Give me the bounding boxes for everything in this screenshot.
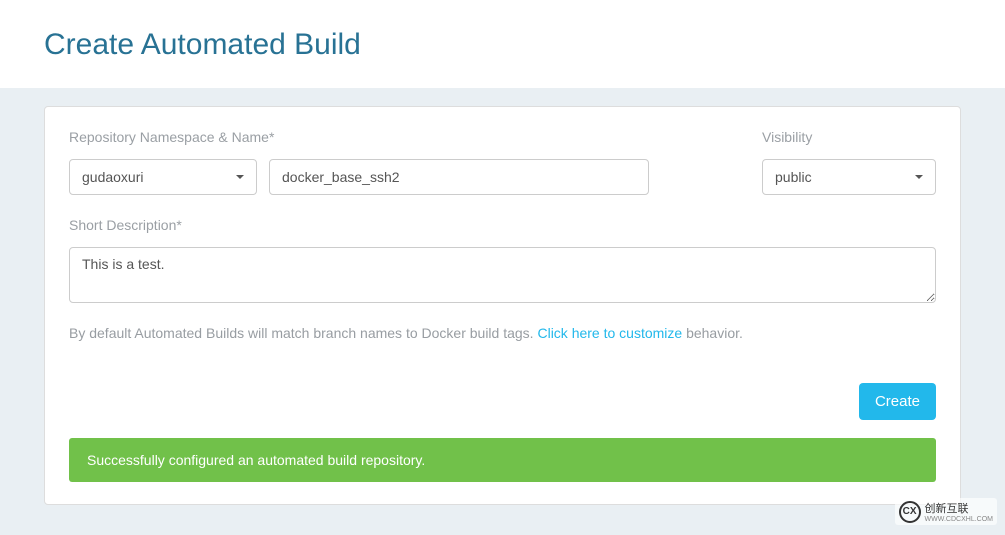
repo-name-input[interactable] [269, 159, 649, 195]
namespace-label: Repository Namespace & Name* [69, 129, 649, 145]
success-alert: Successfully configured an automated bui… [69, 438, 936, 482]
namespace-name-fields: gudaoxuri [69, 159, 649, 195]
watermark-logo-icon: CX [899, 501, 921, 523]
info-suffix: behavior. [682, 325, 743, 341]
page-header: Create Automated Build [0, 0, 1005, 88]
watermark-text-wrap: 创新互联 WWW.CDCXHL.COM [925, 500, 993, 523]
customize-link[interactable]: Click here to customize [537, 325, 682, 341]
watermark: CX 创新互联 WWW.CDCXHL.COM [895, 498, 997, 525]
info-text: By default Automated Builds will match b… [69, 325, 936, 341]
name-visibility-row: Repository Namespace & Name* gudaoxuri V… [69, 129, 936, 195]
namespace-name-group: Repository Namespace & Name* gudaoxuri [69, 129, 649, 195]
button-row: Create [69, 383, 936, 420]
visibility-dropdown[interactable]: public [762, 159, 936, 195]
content-area: Repository Namespace & Name* gudaoxuri V… [0, 88, 1005, 535]
watermark-sub: WWW.CDCXHL.COM [925, 516, 993, 523]
visibility-dropdown-value: public [775, 169, 812, 185]
namespace-dropdown[interactable]: gudaoxuri [69, 159, 257, 195]
description-label: Short Description* [69, 217, 936, 233]
namespace-dropdown-value: gudaoxuri [82, 169, 144, 185]
description-textarea[interactable] [69, 247, 936, 303]
visibility-label: Visibility [762, 129, 936, 145]
page-title: Create Automated Build [44, 28, 961, 62]
visibility-group: Visibility public [762, 129, 936, 195]
info-prefix: By default Automated Builds will match b… [69, 325, 537, 341]
caret-down-icon [236, 175, 244, 179]
create-button[interactable]: Create [859, 383, 936, 420]
form-panel: Repository Namespace & Name* gudaoxuri V… [44, 106, 961, 505]
description-group: Short Description* [69, 217, 936, 303]
watermark-brand: 创新互联 [925, 500, 993, 516]
caret-down-icon [915, 175, 923, 179]
